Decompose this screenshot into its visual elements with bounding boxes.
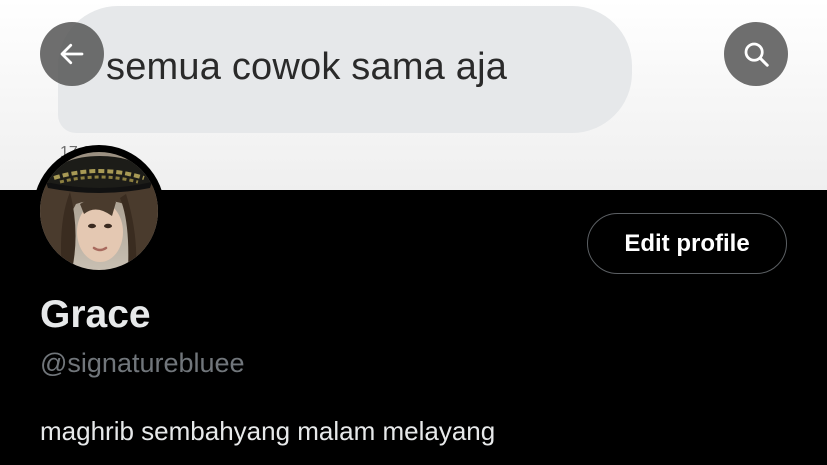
arrow-left-icon [60, 43, 84, 65]
back-button[interactable] [40, 22, 104, 86]
user-handle: @signaturebluee [40, 348, 245, 378]
display-name: Grace [40, 293, 151, 336]
search-button[interactable] [724, 22, 788, 86]
avatar-photo [40, 152, 158, 270]
banner-chat-text: semua cowok sama aja [106, 46, 508, 88]
search-icon [744, 42, 769, 67]
avatar[interactable] [33, 145, 165, 277]
profile-bio: maghrib sembahyang malam melayang [40, 416, 496, 446]
edit-profile-button[interactable]: Edit profile [587, 213, 787, 274]
